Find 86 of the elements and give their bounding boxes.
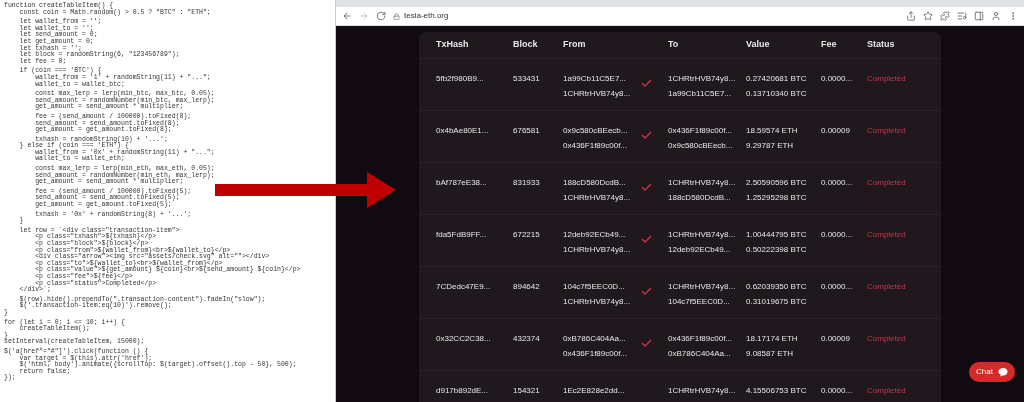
from-address: 1CHRtrHVB74y8... [563, 245, 632, 255]
value-amount: 0.27420681 BTC [746, 74, 808, 84]
block-cell-text: 533431 [513, 74, 541, 84]
from-address: 1Ec2E828e2dd... [563, 386, 626, 396]
to-address: 1CHRtrHVB74y8... [668, 282, 737, 292]
to-address: 188cD580DcdB... [668, 193, 732, 203]
block-cell-text: 154321 [513, 386, 541, 396]
from-address: 1CHRtrHVB74y8... [563, 193, 632, 203]
status-label: Completed [867, 230, 907, 240]
from-address: 188cD580DcdB... [563, 178, 627, 188]
block-cell-text: 831933 [513, 178, 541, 188]
column-header: Value [746, 38, 771, 52]
chat-bubble-icon [998, 367, 1008, 377]
from-address: 0x9c580cBEecb... [563, 126, 629, 136]
txhash-cell-text: d917b892dE... [436, 386, 490, 396]
value-amount: 2.50590596 BTC [746, 178, 808, 188]
txhash-cell-text: 5fb2f980B9... [436, 74, 485, 84]
status-label: Completed [867, 334, 907, 344]
value-amount: 1.00444795 BTC [746, 230, 808, 240]
address-field[interactable]: tesla-eth.org [404, 10, 449, 22]
from-address: 12deb92ECb49... [563, 230, 627, 240]
from-address: 1CHRtrHVB74y8... [563, 89, 632, 99]
to-address: 1CHRtrHVB74y8... [668, 386, 737, 396]
value-amount: 18.17174 ETH [746, 334, 799, 344]
column-header: From [563, 38, 587, 52]
from-address: 1CHRtrHVB74y8... [563, 297, 632, 307]
fee-cell-text: 0.0000... [821, 386, 854, 396]
value-amount: 18.59574 ETH [746, 126, 799, 136]
lock-icon [393, 12, 400, 20]
to-address: 1CHRtrHVB74y8... [668, 230, 737, 240]
status-label: Completed [867, 74, 907, 84]
chat-button[interactable]: Chat [969, 362, 1015, 382]
block-cell-text: 894642 [513, 282, 541, 292]
share-icon[interactable] [906, 11, 916, 21]
to-address: 1a99Cb11C5E7... [668, 89, 732, 99]
value-amount: 0.62039350 BTC [746, 282, 808, 292]
block-cell-text: 432374 [513, 334, 541, 344]
status-label: Completed [867, 178, 907, 188]
fee-cell-text: 0.0000... [821, 178, 854, 188]
txhash-cell-text: 0x32CC2C38... [436, 334, 492, 344]
block-cell-text: 676581 [513, 126, 541, 136]
to-address: 12deb92ECb49... [668, 245, 732, 255]
reload-icon[interactable] [376, 11, 386, 21]
value-amount: 0.31019675 BTC [746, 297, 808, 307]
value-amount: 1.25295298 BTC [746, 193, 808, 203]
txhash-cell-text: 7CDedc47E9... [436, 282, 492, 292]
txhash-cell-text: 0x4bAe80E1... [436, 126, 490, 136]
to-address: 1CHRtrHVB74y8... [668, 178, 737, 188]
status-label: Completed [867, 386, 907, 396]
value-amount: 0.13710340 BTC [746, 89, 808, 99]
media-list-icon[interactable] [957, 11, 967, 21]
value-amount: 9.29787 ETH [746, 141, 795, 151]
extensions-icon[interactable] [940, 11, 950, 21]
value-amount: 9.08587 ETH [746, 349, 795, 359]
txhash-cell-text: bAf787eE38... [436, 178, 488, 188]
fee-cell-text: 0.0000... [821, 74, 854, 84]
back-icon[interactable] [342, 11, 352, 21]
to-address: 0x9c580cBEecb... [668, 141, 734, 151]
txhash-cell-text: fda5FdB9FF... [436, 230, 488, 240]
fee-cell-text: 0.0000... [821, 230, 854, 240]
column-header: Status [867, 38, 896, 52]
from-address: 0x436F1f89c00f... [563, 349, 629, 359]
column-header: Fee [821, 38, 838, 52]
from-address: 0x436F1f89c00f... [563, 141, 629, 151]
from-address: 104c7f5EEC0D... [563, 282, 626, 292]
to-address: 0xB786C404Aa... [668, 349, 732, 359]
to-address: 0x436F1f89c00f... [668, 334, 734, 344]
column-header: To [668, 38, 680, 52]
from-address: 1a99Cb11C5E7... [563, 74, 627, 84]
fee-cell-text: 0.00009 [821, 126, 851, 136]
profile-icon[interactable] [991, 11, 1001, 21]
to-address: 1CHRtrHVB74y8... [668, 74, 737, 84]
value-amount: 4.15506753 BTC [746, 386, 808, 396]
status-label: Completed [867, 282, 907, 292]
block-cell-text: 672215 [513, 230, 541, 240]
fee-cell-text: 0.0000... [821, 282, 854, 292]
sidebar-icon[interactable] [974, 11, 984, 21]
fee-cell-text: 0.00009 [821, 334, 851, 344]
status-label: Completed [867, 126, 907, 136]
star-icon[interactable] [923, 11, 933, 21]
column-header: Block [513, 38, 539, 52]
to-address: 104c7f5EEC0D... [668, 297, 731, 307]
column-header: TxHash [436, 38, 470, 52]
to-address: 0x436F1f89c00f... [668, 126, 734, 136]
value-amount: 0.50222398 BTC [746, 245, 808, 255]
from-address: 0xB786C404Aa... [563, 334, 627, 344]
